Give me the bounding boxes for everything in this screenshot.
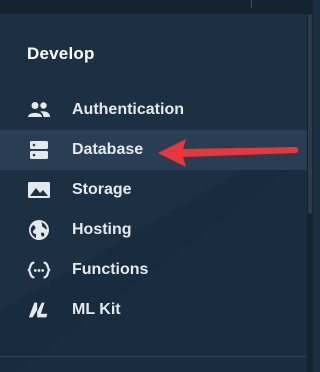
sidebar-item-functions[interactable]: Functions (0, 250, 307, 290)
sidebar-item-hosting[interactable]: Hosting (0, 210, 307, 250)
sidebar-item-authentication[interactable]: Authentication (0, 90, 307, 130)
sidebar-item-label: Storage (72, 181, 132, 198)
globe-icon (27, 220, 51, 240)
database-icon (27, 140, 51, 160)
people-icon (27, 100, 51, 120)
sidebar-nav: Authentication Database Storage Hosting … (0, 90, 307, 330)
image-icon (27, 180, 51, 200)
scrollbar[interactable] (307, 14, 313, 372)
scrollbar-thumb[interactable] (308, 14, 312, 214)
red-arrow-icon (158, 139, 299, 167)
ml-kit-icon (27, 300, 51, 320)
top-strip (0, 0, 313, 14)
sidebar-item-label: Authentication (72, 101, 184, 118)
sidebar-item-label: Database (72, 141, 144, 158)
sidebar-item-ml-kit[interactable]: ML Kit (0, 290, 307, 330)
divider (251, 0, 252, 8)
section-title: Develop (27, 44, 95, 63)
sidebar-item-label: Functions (72, 261, 149, 278)
sidebar-item-storage[interactable]: Storage (0, 170, 307, 210)
sidebar-item-label: ML Kit (72, 301, 121, 318)
sidebar-item-label: Hosting (72, 221, 132, 238)
divider (0, 356, 307, 357)
functions-icon (27, 260, 51, 280)
